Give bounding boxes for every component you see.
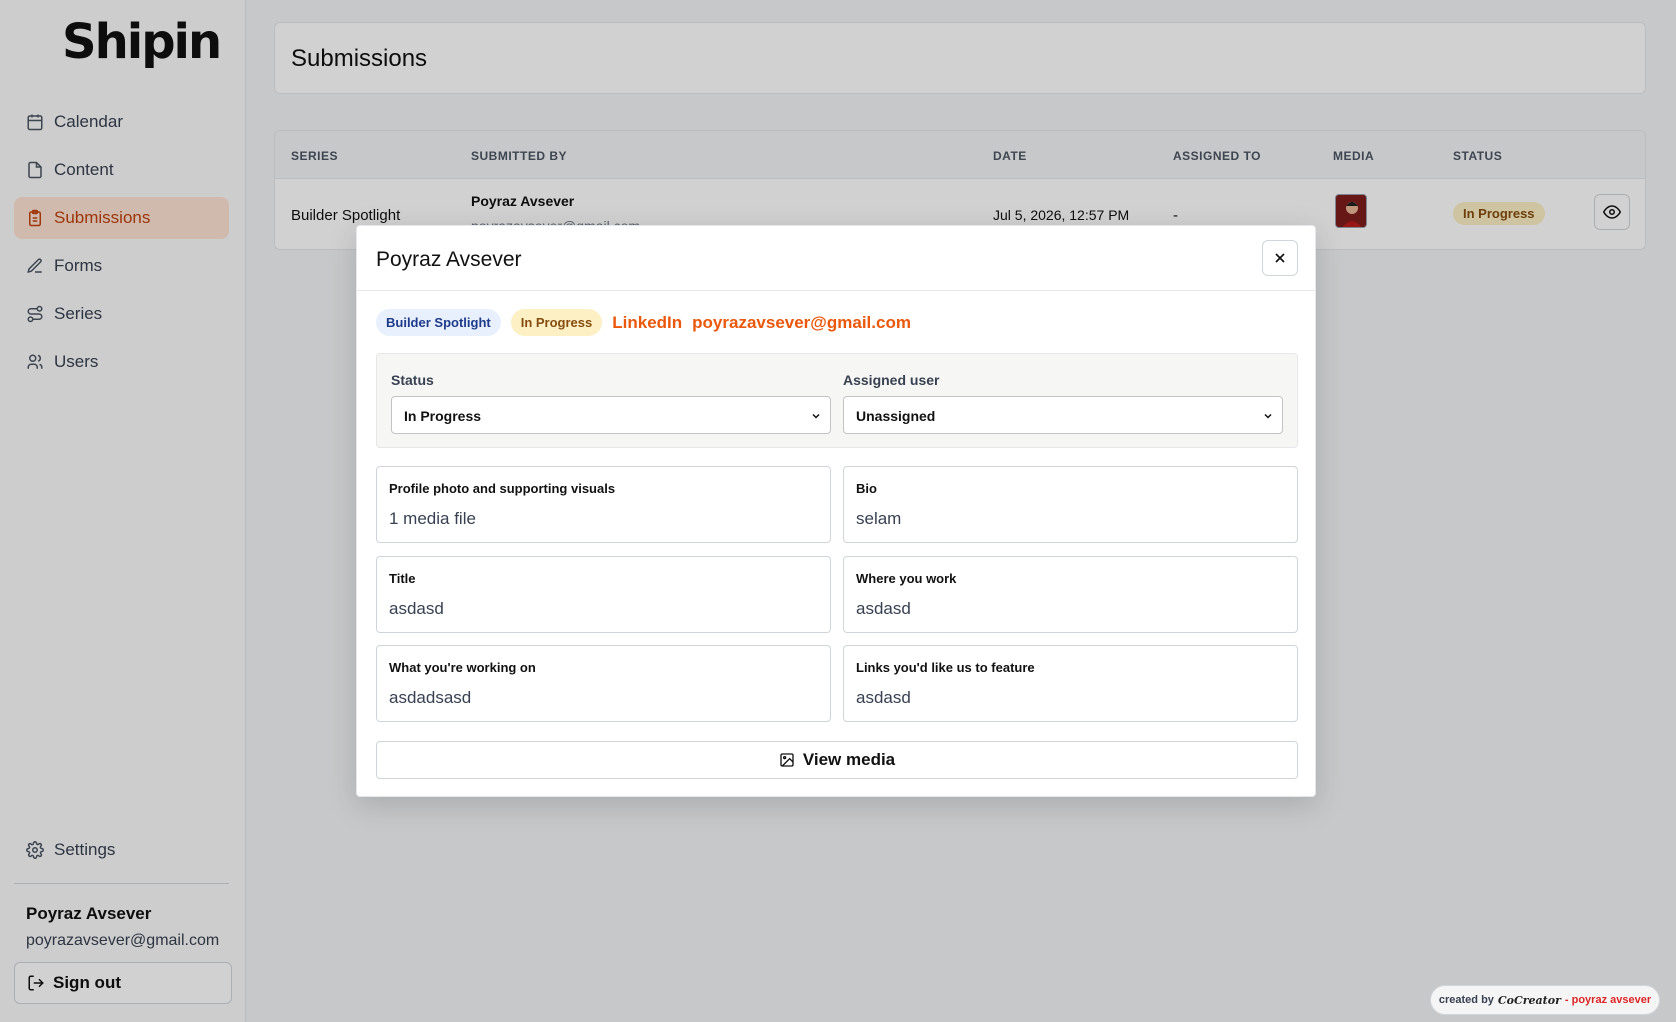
field-bio: Bio selam	[843, 466, 1298, 543]
field-value: asdasd	[856, 688, 911, 707]
status-tag: In Progress	[510, 309, 603, 336]
credit-author: - poyraz avsever	[1564, 994, 1652, 1006]
modal-tags: Builder Spotlight In Progress LinkedIn p…	[376, 309, 911, 336]
field-value: asdadsasd	[389, 688, 472, 707]
view-media-label: View media	[802, 750, 896, 769]
field-label: Links you'd like us to feature	[856, 660, 1035, 675]
linkedin-link[interactable]: LinkedIn	[612, 313, 682, 333]
credit-prefix: created by	[1438, 994, 1494, 1006]
field-value: asdasd	[389, 599, 444, 618]
field-label: Where you work	[856, 571, 957, 586]
close-icon	[1275, 253, 1285, 263]
assigned-user-select[interactable]: Unassigned	[843, 396, 1283, 434]
field-title: Title asdasd	[376, 556, 831, 633]
chevron-down-icon	[812, 413, 820, 419]
field-feature-links: Links you'd like us to feature asdasd	[843, 645, 1298, 722]
assigned-user-select-value: Unassigned	[856, 408, 936, 424]
field-value: 1 media file	[389, 509, 476, 528]
email-link[interactable]: poyrazavsever@gmail.com	[692, 313, 911, 333]
submission-detail-modal: Poyraz Avsever Builder Spotlight In Prog…	[356, 225, 1316, 797]
field-label: Bio	[856, 481, 877, 496]
status-select[interactable]: In Progress	[391, 396, 831, 434]
view-media-button[interactable]: View media	[376, 741, 1298, 779]
modal-header: Poyraz Avsever	[357, 226, 1315, 291]
assigned-user-label: Assigned user	[843, 372, 940, 388]
close-button[interactable]	[1262, 240, 1298, 276]
chevron-down-icon	[1264, 413, 1272, 419]
series-tag: Builder Spotlight	[376, 309, 501, 336]
modal-title: Poyraz Avsever	[376, 248, 522, 271]
credit-badge[interactable]: created by CoCreator - poyraz avsever	[1430, 985, 1660, 1015]
field-value: asdasd	[856, 599, 911, 618]
field-profile-photo: Profile photo and supporting visuals 1 m…	[376, 466, 831, 543]
status-assignment-panel: Status In Progress Assigned user Unassig…	[376, 353, 1298, 448]
status-select-value: In Progress	[404, 408, 482, 424]
status-label: Status	[391, 372, 434, 388]
field-value: selam	[856, 509, 902, 528]
field-label: Profile photo and supporting visuals	[389, 481, 616, 496]
image-icon	[780, 753, 794, 767]
field-working-on: What you're working on asdadsasd	[376, 645, 831, 722]
field-label: What you're working on	[389, 660, 536, 675]
credit-brand-logo: CoCreator	[1497, 993, 1561, 1007]
field-where-you-work: Where you work asdasd	[843, 556, 1298, 633]
field-label: Title	[389, 571, 416, 586]
